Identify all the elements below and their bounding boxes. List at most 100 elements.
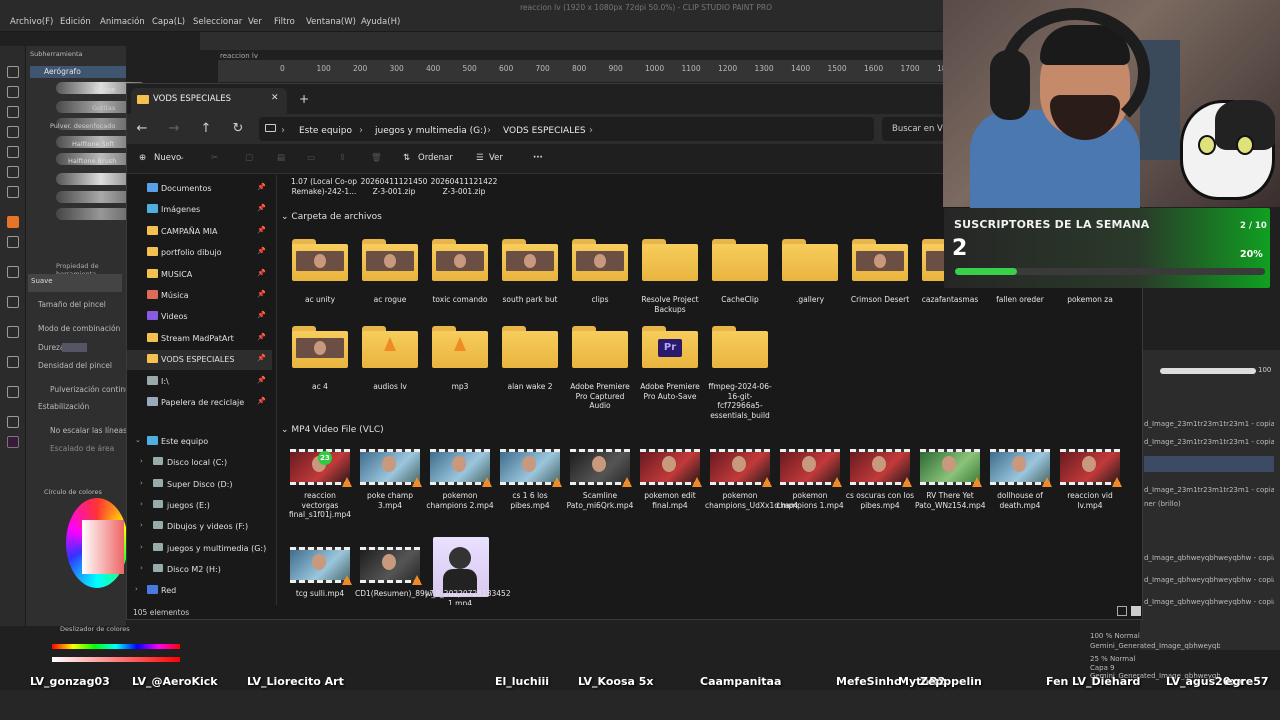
menu-archivo[interactable]: Archivo(F) — [10, 17, 53, 27]
new-tab-button[interactable]: + — [299, 92, 309, 106]
section-header-folders[interactable]: ⌄ Carpeta de archivos — [281, 212, 382, 222]
pin-icon[interactable]: 📌 — [257, 397, 266, 405]
tree-item-juegos-y-multimedia-g-[interactable]: › juegos y multimedia (G:) — [127, 539, 272, 559]
breadcrumb-drive-g[interactable]: juegos y multimedia (G:) — [375, 126, 487, 136]
chevron-right-icon[interactable]: › — [135, 585, 138, 593]
main-color-swatch[interactable] — [7, 436, 19, 448]
tiles-view-icon[interactable] — [1131, 606, 1141, 616]
pen-tool-icon[interactable] — [7, 146, 19, 158]
pencil-tool-icon[interactable] — [7, 166, 19, 178]
chevron-right-icon[interactable]: › — [140, 564, 143, 572]
fill-tool-icon[interactable] — [7, 326, 19, 338]
pin-icon[interactable]: 📌 — [257, 226, 266, 234]
tree-item-dibujos-y-videos-f-[interactable]: › Dibujos y videos (F:) — [127, 517, 272, 537]
address-bar[interactable]: › Este equipo › juegos y multimedia (G:)… — [259, 117, 874, 141]
pin-icon[interactable]: 📌 — [257, 290, 266, 298]
menu-filtro[interactable]: Filtro — [274, 17, 295, 27]
menu-ayuda[interactable]: Ayuda(H) — [361, 17, 400, 27]
tree-item-super-disco-d-[interactable]: › Super Disco (D:) — [127, 475, 272, 495]
pin-icon[interactable]: 📌 — [257, 376, 266, 384]
sidebar-item-documentos[interactable]: Documentos 📌 — [127, 179, 272, 199]
chevron-right-icon[interactable]: › — [140, 543, 143, 551]
lasso-tool-icon[interactable] — [7, 106, 19, 118]
layer-row[interactable]: d_Image_23m1tr23m1tr23m1 - copia — [1144, 438, 1274, 454]
pin-icon[interactable]: 📌 — [257, 354, 266, 362]
tree-item-juegos-e-[interactable]: › juegos (E:) — [127, 496, 272, 516]
decoration-tool-icon[interactable] — [7, 236, 19, 248]
subtool-tab[interactable]: Subherramienta — [30, 50, 83, 58]
chevron-right-icon[interactable]: › — [140, 457, 143, 465]
details-view-icon[interactable] — [1117, 606, 1127, 616]
canvas-tab[interactable]: reaccion lv — [220, 52, 258, 60]
layer-row-selected[interactable] — [1144, 456, 1274, 472]
sidebar-item-campa-a-mia[interactable]: CAMPAÑA MIA 📌 — [127, 222, 272, 242]
sidebar-item-videos[interactable]: Videos 📌 — [127, 307, 272, 327]
figure-tool-icon[interactable] — [7, 386, 19, 398]
move-tool-icon[interactable] — [7, 86, 19, 98]
sidebar-item-m-sica[interactable]: Música 📌 — [127, 286, 272, 306]
airbrush-tool-icon[interactable] — [7, 216, 19, 228]
delete-icon[interactable]: 🗑 — [371, 153, 382, 163]
blend-tool-icon[interactable] — [7, 296, 19, 308]
hue-slider[interactable] — [52, 644, 180, 649]
back-arrow-icon[interactable]: ← — [133, 120, 151, 138]
tree-item-red[interactable]: › Red — [127, 581, 272, 601]
pin-icon[interactable]: 📌 — [257, 204, 266, 212]
share-icon[interactable]: ⇪ — [339, 153, 346, 163]
close-tab-icon[interactable]: ✕ — [271, 93, 279, 103]
chevron-right-icon[interactable]: › — [140, 479, 143, 487]
sidebar-item-im-genes[interactable]: Imágenes 📌 — [127, 200, 272, 220]
opacity-slider[interactable] — [1160, 368, 1256, 374]
pin-icon[interactable]: 📌 — [257, 247, 266, 255]
chevron-right-icon[interactable]: › — [140, 500, 143, 508]
layer-row[interactable]: d_Image_qbhweyqbhweyqbhw - copia — [1144, 576, 1274, 592]
section-header-videos[interactable]: ⌄ MP4 Video File (VLC) — [281, 425, 384, 435]
sidebar-item-musica[interactable]: MUSICA 📌 — [127, 265, 272, 285]
gradient-tool-icon[interactable] — [7, 356, 19, 368]
sidebar-item-papelera-de-reciclaje[interactable]: Papelera de reciclaje 📌 — [127, 393, 272, 413]
sidebar-item-i-[interactable]: I:\ 📌 — [127, 372, 272, 392]
brush-name-halftone-brush[interactable]: Halftone Brush — [68, 157, 116, 165]
sort-button[interactable]: Ordenar — [418, 153, 453, 163]
new-button[interactable]: Nuevo — [154, 153, 181, 163]
pin-icon[interactable]: 📌 — [257, 269, 266, 277]
tree-item-disco-local-c-[interactable]: › Disco local (C:) — [127, 453, 272, 473]
cut-icon[interactable]: ✂ — [211, 153, 218, 163]
color-square[interactable] — [82, 520, 124, 574]
view-button[interactable]: Ver — [489, 153, 503, 163]
brush-name-suave[interactable]: Suave — [94, 86, 116, 94]
eraser-tool-icon[interactable] — [7, 266, 19, 278]
sidebar-item-vods-especiales[interactable]: VODS ESPECIALES 📌 — [127, 350, 272, 371]
paste-icon[interactable]: ▤ — [277, 153, 285, 163]
pin-icon[interactable]: 📌 — [257, 183, 266, 191]
more-options-button[interactable]: ··· — [533, 153, 543, 163]
brush-name-halftone-soft[interactable]: Halftone Soft — [72, 140, 114, 148]
sidebar-item-portfolio-dibujo[interactable]: portfolio dibujo 📌 — [127, 243, 272, 263]
brush-name-pulverizacion[interactable]: Pulver. desenfocado — [50, 122, 115, 130]
sidebar-item-stream-madpatart[interactable]: Stream MadPatArt 📌 — [127, 329, 272, 349]
pin-icon[interactable]: 📌 — [257, 311, 266, 319]
zoom-tool-icon[interactable] — [7, 66, 19, 78]
hardness-slider[interactable] — [62, 343, 87, 352]
tree-item-disco-m2-h-[interactable]: › Disco M2 (H:) — [127, 560, 272, 580]
tree-item-este-equipo[interactable]: ⌄ Este equipo — [127, 432, 272, 452]
chevron-right-icon[interactable]: › — [140, 521, 143, 529]
explorer-tab[interactable]: VODS ESPECIALES ✕ — [131, 88, 287, 114]
menu-capa[interactable]: Capa(L) — [152, 17, 185, 27]
pin-icon[interactable]: 📌 — [257, 333, 266, 341]
layer-row[interactable]: d_Image_23m1tr23m1tr23m1 - copia 3 — [1144, 420, 1274, 436]
up-arrow-icon[interactable]: ↑ — [197, 120, 215, 138]
saturation-slider[interactable] — [52, 657, 180, 662]
menu-animacion[interactable]: Animación — [100, 17, 145, 27]
rename-icon[interactable]: ▭ — [307, 153, 315, 163]
subtool-group-airbrush[interactable]: Aerógrafo — [30, 66, 126, 78]
menu-edicion[interactable]: Edición — [60, 17, 91, 27]
menu-seleccionar[interactable]: Seleccionar — [193, 17, 242, 27]
layer-row[interactable]: d_Image_qbhweyqbhweyqbhw - copia 2 — [1144, 554, 1274, 570]
breadcrumb-vods[interactable]: VODS ESPECIALES — [503, 126, 586, 136]
forward-arrow-icon[interactable]: → — [165, 120, 183, 138]
eyedropper-tool-icon[interactable] — [7, 126, 19, 138]
chevron-down-icon[interactable]: ⌄ — [135, 436, 141, 444]
refresh-icon[interactable]: ↻ — [229, 120, 247, 138]
layer-row[interactable]: ner (brillo) — [1144, 500, 1274, 516]
